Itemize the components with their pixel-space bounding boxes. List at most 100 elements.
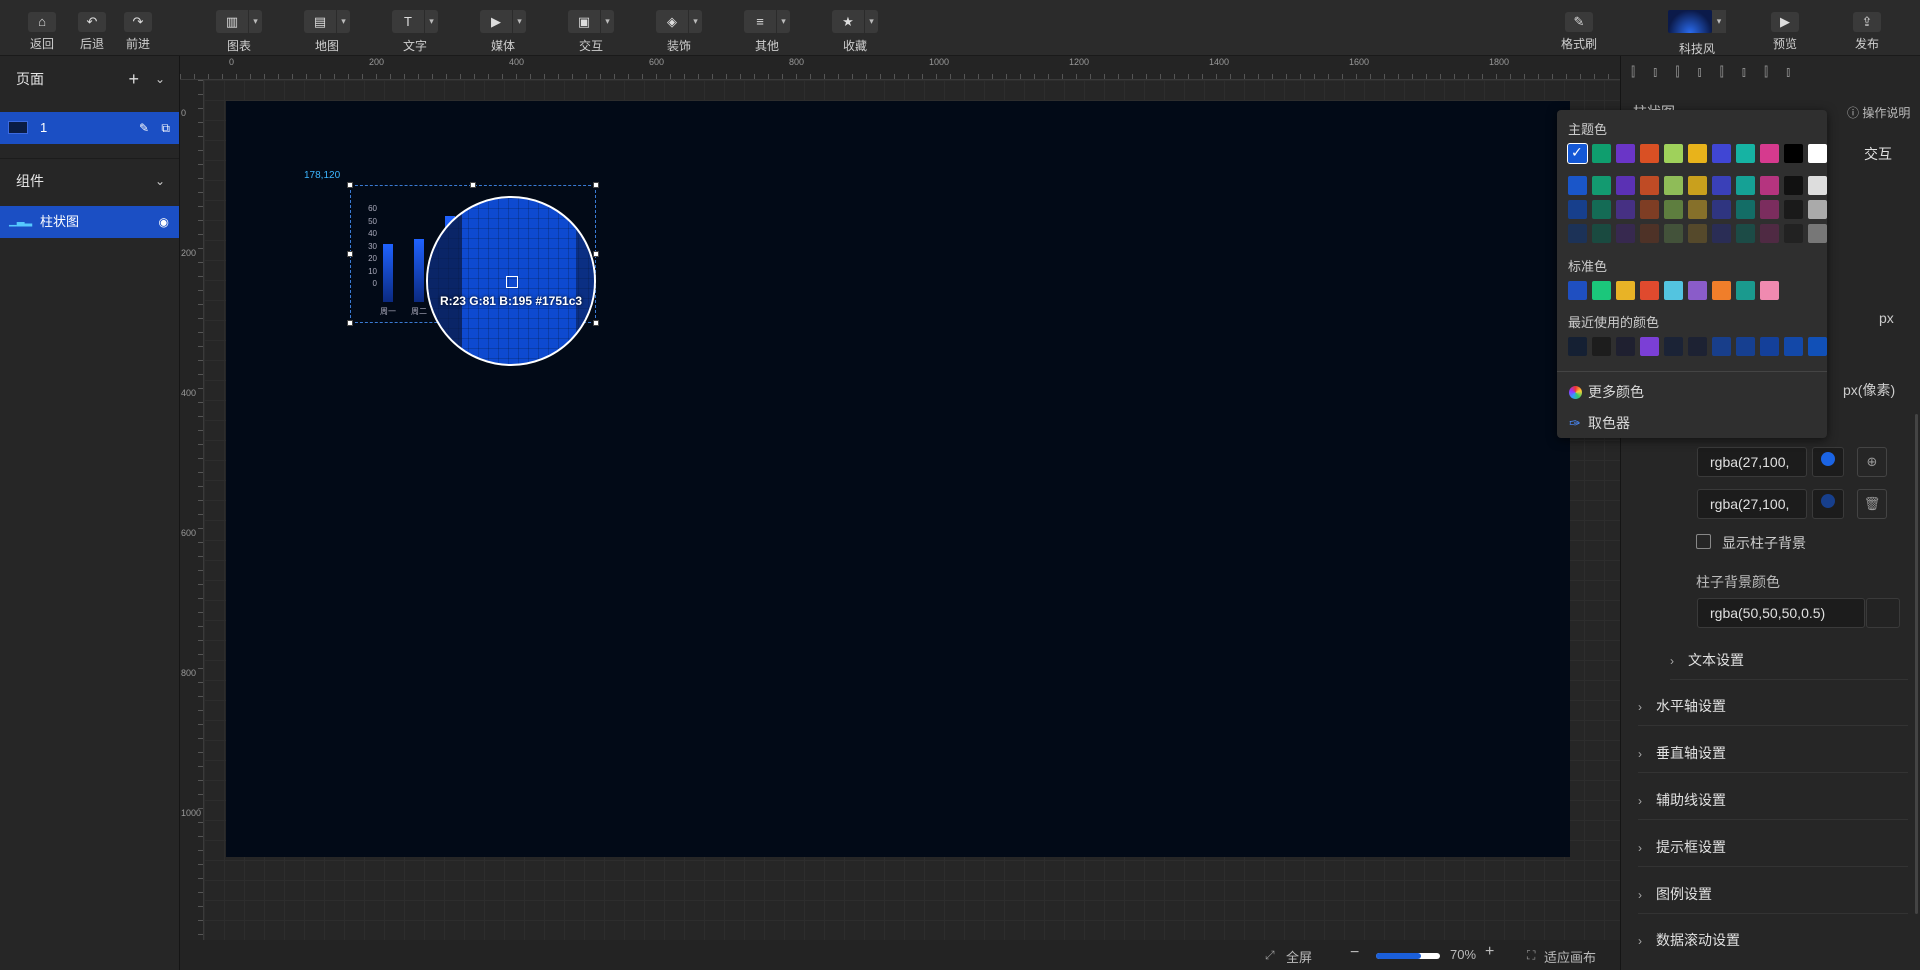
color-swatch-button[interactable] (1812, 447, 1844, 477)
color-swatch[interactable] (1808, 176, 1827, 195)
color-swatch[interactable] (1712, 224, 1731, 243)
fullscreen-icon[interactable]: ⤢ (1265, 948, 1275, 963)
section-legend[interactable]: › 图例设置 (1638, 874, 1908, 914)
fit-icon[interactable]: ⛶ (1527, 948, 1535, 963)
zoom-in-icon[interactable]: + (1485, 943, 1494, 961)
color-swatch[interactable] (1616, 224, 1635, 243)
color-swatch[interactable] (1592, 281, 1611, 300)
chevron-down-icon[interactable]: ⌄ (155, 56, 165, 102)
color-swatch[interactable] (1736, 337, 1755, 356)
tab-interact[interactable]: 交互 (1843, 139, 1913, 169)
edit-icon[interactable]: ✎ (139, 112, 149, 144)
chevron-down-icon[interactable]: ⌄ (155, 159, 165, 203)
zoom-slider[interactable] (1376, 953, 1440, 959)
color-swatch[interactable] (1784, 337, 1803, 356)
add-page-icon[interactable]: + (128, 56, 139, 102)
color-swatch[interactable] (1568, 281, 1587, 300)
text-menu-button[interactable]: T ▾ 文字 (385, 10, 445, 54)
resize-handle[interactable] (470, 182, 476, 188)
color-swatch[interactable] (1760, 144, 1779, 163)
undo-button[interactable]: ↶ 后退 (69, 8, 115, 52)
color-swatch[interactable] (1616, 176, 1635, 195)
section-guide-lines[interactable]: › 辅助线设置 (1638, 780, 1908, 820)
right-panel-scrollbar[interactable] (1915, 414, 1918, 914)
copy-icon[interactable]: ⧉ (161, 112, 170, 144)
color-swatch[interactable] (1616, 281, 1635, 300)
more-colors-item[interactable]: 更多颜色 (1569, 382, 1644, 402)
color-swatch[interactable] (1712, 144, 1731, 163)
color-swatch[interactable] (1808, 337, 1827, 356)
delete-icon[interactable]: 🗑 (1857, 489, 1887, 519)
color-swatch[interactable] (1616, 337, 1635, 356)
section-data-scroll[interactable]: › 数据滚动设置 (1638, 920, 1908, 960)
section-vertical-axis[interactable]: › 垂直轴设置 (1638, 733, 1908, 773)
color-swatch[interactable] (1712, 337, 1731, 356)
color-swatch[interactable] (1760, 337, 1779, 356)
section-text-settings[interactable]: › 文本设置 (1670, 640, 1908, 680)
color-swatch[interactable] (1568, 176, 1587, 195)
favorite-menu-button[interactable]: ★ ▾ 收藏 (825, 10, 885, 54)
show-bar-bg-checkbox[interactable] (1696, 534, 1711, 549)
theme-selector[interactable]: ▾ 科技风 (1666, 10, 1728, 56)
preview-button[interactable]: ▶ 预览 (1762, 8, 1808, 52)
fullscreen-button[interactable]: 全屏 (1286, 947, 1312, 966)
color-swatch[interactable] (1592, 200, 1611, 219)
resize-handle[interactable] (593, 182, 599, 188)
color-swatch[interactable] (1616, 144, 1635, 163)
help-link[interactable]: ⓘ 操作说明 (1847, 104, 1910, 121)
color-swatch[interactable] (1784, 200, 1803, 219)
color-swatch[interactable] (1664, 224, 1683, 243)
color-swatch[interactable] (1640, 281, 1659, 300)
color-swatch[interactable] (1664, 281, 1683, 300)
section-horizontal-axis[interactable]: › 水平轴设置 (1638, 686, 1908, 726)
color-swatch[interactable] (1640, 337, 1659, 356)
color-swatch[interactable] (1784, 144, 1803, 163)
resize-handle[interactable] (347, 320, 353, 326)
interact-menu-button[interactable]: ▣ ▾ 交互 (561, 10, 621, 54)
color-swatch[interactable] (1736, 281, 1755, 300)
publish-button[interactable]: ⇪ 发布 (1844, 8, 1890, 52)
color-swatch-button[interactable] (1866, 598, 1900, 628)
color-swatch[interactable] (1640, 200, 1659, 219)
add-color-icon[interactable]: ⊕ (1857, 447, 1887, 477)
color-swatch[interactable] (1760, 200, 1779, 219)
color-swatch[interactable] (1784, 224, 1803, 243)
other-menu-button[interactable]: ≡ ▾ 其他 (737, 10, 797, 54)
color-swatch[interactable] (1760, 176, 1779, 195)
bar-color-input[interactable]: rgba(27,100, (1697, 489, 1807, 519)
redo-button[interactable]: ↷ 前进 (115, 8, 161, 52)
color-swatch[interactable] (1688, 144, 1707, 163)
color-swatch[interactable] (1592, 224, 1611, 243)
color-swatch[interactable] (1688, 224, 1707, 243)
resize-handle[interactable] (347, 182, 353, 188)
color-swatch[interactable] (1808, 200, 1827, 219)
chart-menu-button[interactable]: ▥ ▾ 图表 (209, 10, 269, 54)
map-menu-button[interactable]: ▤ ▾ 地图 (297, 10, 357, 54)
color-swatch[interactable] (1568, 200, 1587, 219)
color-swatch[interactable] (1664, 337, 1683, 356)
color-swatch[interactable] (1664, 144, 1683, 163)
page-item[interactable]: 1 ✎ ⧉ (0, 112, 179, 144)
color-swatch[interactable] (1736, 224, 1755, 243)
color-swatch[interactable] (1808, 144, 1827, 163)
color-swatch[interactable] (1736, 144, 1755, 163)
eye-icon[interactable]: ◉ (159, 206, 169, 238)
color-swatch[interactable] (1592, 337, 1611, 356)
color-swatch[interactable] (1712, 176, 1731, 195)
resize-handle[interactable] (347, 251, 353, 257)
color-swatch[interactable] (1688, 176, 1707, 195)
color-swatch[interactable] (1568, 337, 1587, 356)
color-swatch[interactable] (1688, 200, 1707, 219)
color-swatch[interactable] (1640, 224, 1659, 243)
color-swatch[interactable] (1760, 281, 1779, 300)
color-swatch[interactable] (1784, 176, 1803, 195)
fit-canvas-button[interactable]: 适应画布 (1544, 947, 1596, 966)
color-swatch[interactable] (1736, 176, 1755, 195)
color-swatch[interactable] (1664, 200, 1683, 219)
color-swatch[interactable] (1688, 281, 1707, 300)
media-menu-button[interactable]: ▶ ▾ 媒体 (473, 10, 533, 54)
color-swatch[interactable] (1760, 224, 1779, 243)
color-swatch[interactable] (1712, 281, 1731, 300)
eyedropper-item[interactable]: ✑ 取色器 (1569, 413, 1630, 433)
color-swatch[interactable] (1640, 176, 1659, 195)
